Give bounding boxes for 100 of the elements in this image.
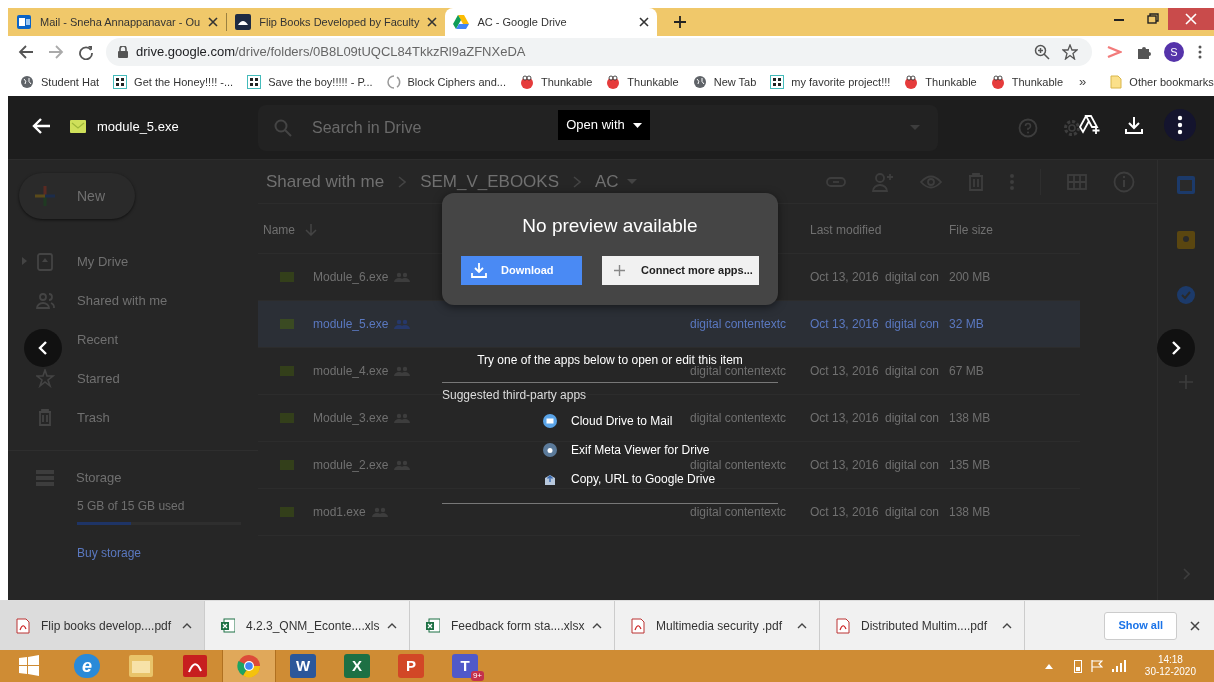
taskbar-button[interactable]: e	[60, 650, 114, 682]
bookmark[interactable]: Block Ciphers and...	[386, 71, 506, 93]
owner-cell-text: digital contentextc	[690, 504, 788, 521]
star-icon[interactable]	[1062, 44, 1078, 60]
next-button[interactable]	[1157, 329, 1195, 367]
file-icon	[280, 319, 294, 329]
modifier-cell-text: digital con	[885, 410, 941, 427]
breadcrumb-item[interactable]: AC	[595, 168, 619, 195]
breadcrumb-item[interactable]: SEM_V_EBOOKS	[420, 168, 559, 195]
settings-icon[interactable]	[1062, 117, 1082, 138]
caret-up-icon[interactable]	[182, 622, 192, 629]
bookmark[interactable]: Thunkable	[519, 71, 593, 93]
caret-up-icon[interactable]	[1002, 622, 1012, 629]
expand-arrow-icon[interactable]	[22, 257, 27, 265]
file-name-cell[interactable]: Module_6.exe	[313, 268, 389, 286]
file-name: module_5.exe	[97, 118, 179, 136]
nav-item[interactable]: My Drive	[8, 242, 258, 281]
creature-icon	[904, 75, 919, 89]
taskbar-button[interactable]: W	[276, 650, 330, 682]
more-bookmarks-button[interactable]: »	[1079, 72, 1087, 92]
reload-icon[interactable]	[78, 44, 94, 60]
address-bar[interactable]: drive.google.com/drive/folders/0B8L09tUQCL84TkkzRl9aZFNXeDA	[106, 38, 1092, 66]
shared-icon	[394, 319, 411, 329]
close-window-icon[interactable]	[1168, 8, 1214, 30]
caret-icon[interactable]	[910, 125, 920, 130]
close-icon[interactable]	[639, 17, 650, 27]
file-name-cell[interactable]: module_4.exe	[313, 362, 389, 380]
app-suggestion[interactable]: Copy, URL to Google Drive	[543, 472, 716, 486]
check-icon[interactable]	[1177, 286, 1195, 304]
menu-icon[interactable]	[1198, 45, 1202, 59]
add-to-drive-icon[interactable]	[1079, 115, 1101, 135]
shared-icon	[394, 413, 411, 423]
new-tab-icon[interactable]	[673, 15, 688, 29]
puzzle-icon[interactable]	[1136, 44, 1152, 60]
bookmark[interactable]: New Tab	[692, 71, 757, 93]
browser-tab[interactable]: Flip Books Developed by Faculty	[227, 8, 446, 36]
bookmark[interactable]: Thunkable	[904, 71, 977, 93]
bookmark-folder[interactable]: Other bookmarks	[1110, 73, 1214, 91]
info-icon[interactable]	[1113, 170, 1135, 193]
close-icon[interactable]	[1190, 620, 1200, 631]
forward-icon[interactable]	[48, 44, 64, 60]
show-all-button[interactable]: Show all	[1104, 611, 1177, 640]
download-item[interactable]: Flip books develop....pdf	[0, 601, 205, 650]
file-name-cell[interactable]: Module_3.exe	[313, 409, 389, 427]
bookmark[interactable]: Get the Honey!!!! -...	[113, 71, 234, 93]
pdf-reader-icon	[183, 655, 207, 677]
caret-up-icon[interactable]	[387, 622, 397, 629]
browser-tab[interactable]: AC - Google Drive	[445, 8, 658, 36]
file-name-cell[interactable]: mod1.exe	[313, 503, 366, 521]
caret-up-icon[interactable]	[797, 622, 807, 629]
download-icon	[471, 262, 487, 278]
bookmark[interactable]: Student Hat	[20, 71, 100, 93]
zoom-icon[interactable]	[1034, 44, 1050, 60]
selected-file-row[interactable]: module_5.exe digital contentextc Oct 13, 2016 digital con 32 MB	[258, 301, 1080, 348]
battery-icon[interactable]	[1073, 659, 1082, 673]
bookmark[interactable]: my favorite project!!!	[770, 71, 891, 93]
breadcrumb-item[interactable]: Shared with me	[266, 168, 385, 195]
taskbar-button[interactable]: P	[384, 650, 438, 682]
caret-up-icon[interactable]	[592, 622, 602, 629]
bookmark[interactable]: Thunkable	[606, 71, 679, 93]
caret-icon[interactable]	[626, 179, 637, 184]
nav-item[interactable]: Starred	[8, 359, 258, 398]
add-person-icon[interactable]	[872, 171, 894, 192]
taskbar-button[interactable]	[222, 650, 276, 682]
connect-apps-button[interactable]: Connect more apps...	[602, 255, 759, 285]
flag-icon[interactable]	[1090, 660, 1103, 672]
browser-tab[interactable]: Mail - Sneha Annappanavar - Ou	[8, 8, 227, 36]
more-icon[interactable]	[1164, 109, 1196, 141]
previous-button[interactable]	[24, 329, 62, 367]
storage-link[interactable]: Storage	[8, 463, 258, 493]
column-header[interactable]: Last modified	[810, 220, 949, 239]
app-suggestion[interactable]: Cloud Drive to Mail	[543, 414, 673, 428]
owner-cell-text: digital contentextc	[690, 457, 788, 474]
file-name-cell[interactable]: module_2.exe	[313, 456, 389, 474]
file-icon	[280, 460, 294, 470]
bookmark[interactable]: Thunkable	[990, 71, 1064, 93]
download-button[interactable]: Download	[461, 255, 582, 285]
app-suggestion[interactable]: Exif Meta Viewer for Drive	[543, 443, 710, 457]
owner-cell-text: digital contentextc	[690, 316, 788, 333]
taskbar-button[interactable]: X	[330, 650, 384, 682]
help-icon[interactable]	[1018, 117, 1038, 138]
column-header[interactable]: File size	[949, 220, 993, 239]
profile-avatar[interactable]: S	[1164, 42, 1184, 62]
chevron-right-icon[interactable]	[1182, 568, 1190, 580]
nav-item[interactable]: Trash	[8, 398, 258, 437]
buy-storage-link[interactable]: Buy storage	[77, 544, 142, 562]
link-icon[interactable]	[826, 176, 846, 187]
open-with-button[interactable]: Open with	[558, 110, 650, 140]
close-icon[interactable]	[208, 17, 219, 27]
windows-start-icon[interactable]	[18, 655, 40, 677]
close-icon[interactable]	[427, 17, 438, 27]
chevron-right-icon	[573, 175, 581, 188]
eye-icon[interactable]	[920, 174, 942, 189]
nav-item[interactable]: Shared with me	[8, 281, 258, 320]
file-name-cell[interactable]: module_5.exe	[313, 315, 389, 333]
bookmark[interactable]: Save the boy!!!!! - P...	[247, 71, 373, 93]
taskbar-button[interactable]: T 9+	[438, 650, 492, 682]
back-icon[interactable]	[18, 44, 34, 60]
download-icon[interactable]	[1125, 116, 1143, 134]
signal-icon[interactable]	[1111, 660, 1126, 672]
